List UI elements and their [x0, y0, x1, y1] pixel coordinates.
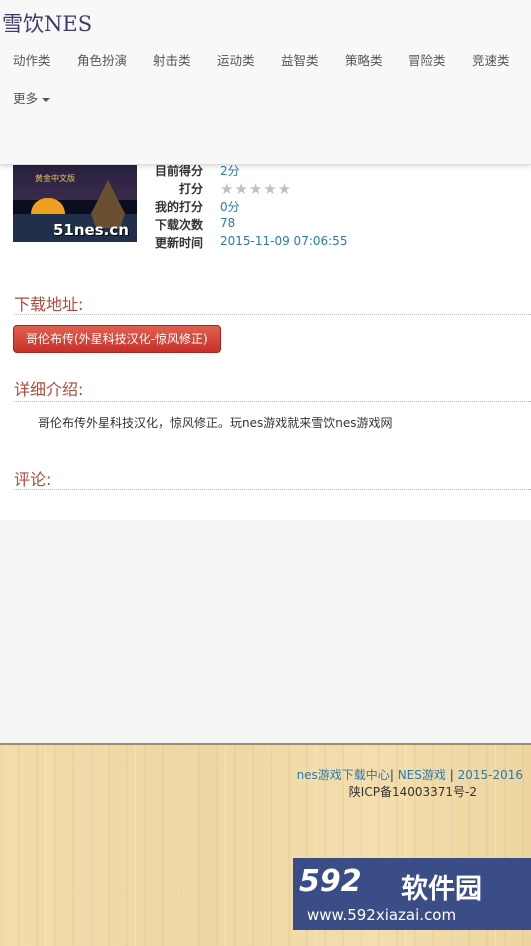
caret-down-icon: [42, 97, 51, 102]
nav-item-shooter[interactable]: 射击类: [153, 50, 191, 69]
site-watermark-logo: 592 软件园 www.592xiazai.com: [293, 858, 531, 930]
watermark-name: 软件园: [401, 874, 482, 905]
thumbnail-watermark: 51nes.cn: [53, 221, 129, 239]
my-rating-label: 我的打分: [154, 200, 203, 214]
footer-years: 2015-2016: [457, 768, 523, 782]
nav-item-racing[interactable]: 竞速类: [472, 50, 510, 69]
updated-value: 2015-11-09 07:06:55: [220, 234, 348, 248]
more-label: 更多: [13, 91, 39, 106]
downloads-label: 下载次数: [154, 218, 203, 232]
footer-link-download-center[interactable]: nes游戏下载中心: [297, 768, 390, 782]
footer-separator: |: [449, 768, 454, 782]
navbar: 雪饮NES 动作类 角色扮演 射击类 运动类 益智类 策略类 冒险类 竞速类 更…: [0, 0, 531, 165]
more-dropdown[interactable]: 更多: [13, 88, 51, 107]
site-brand[interactable]: 雪饮NES: [2, 8, 92, 38]
nav-item-rpg[interactable]: 角色扮演: [77, 50, 127, 69]
details-text: 哥伦布传外星科技汉化，惊风修正。玩nes游戏就来雪饮nes游戏网: [38, 416, 393, 430]
footer-icp: 陕ICP备14003371号-2: [348, 785, 477, 799]
footer-link-nes-games[interactable]: NES游戏: [398, 768, 446, 782]
footer-links: nes游戏下载中心| NES游戏 | 2015-2016: [297, 766, 523, 783]
my-rating-value: 0分: [220, 200, 240, 214]
divider: [14, 314, 531, 315]
download-section-title: 下载地址:: [14, 295, 84, 314]
nav-item-puzzle[interactable]: 益智类: [281, 50, 319, 69]
nav-item-strategy[interactable]: 策略类: [345, 50, 383, 69]
comments-section-title: 评论:: [14, 470, 52, 489]
divider: [14, 401, 531, 402]
download-button[interactable]: 哥伦布传(外星科技汉化-惊风修正): [13, 325, 221, 353]
thumbnail-sun: [31, 198, 65, 214]
nav-item-sports[interactable]: 运动类: [217, 50, 255, 69]
rate-label: 打分: [178, 182, 203, 196]
watermark-url: www.592xiazai.com: [307, 906, 457, 924]
nav-item-adventure[interactable]: 冒险类: [408, 50, 446, 69]
thumbnail-subtitle: 黄金中文版: [35, 174, 75, 183]
updated-label: 更新时间: [154, 236, 203, 250]
downloads-value: 78: [220, 216, 236, 230]
divider: [14, 489, 531, 490]
nav-item-action[interactable]: 动作类: [13, 50, 51, 69]
rating-stars[interactable]: ★★★★★: [220, 180, 292, 198]
footer-separator: |: [389, 768, 394, 782]
watermark-number: 592: [299, 864, 362, 899]
details-section-title: 详细介绍:: [14, 380, 84, 399]
